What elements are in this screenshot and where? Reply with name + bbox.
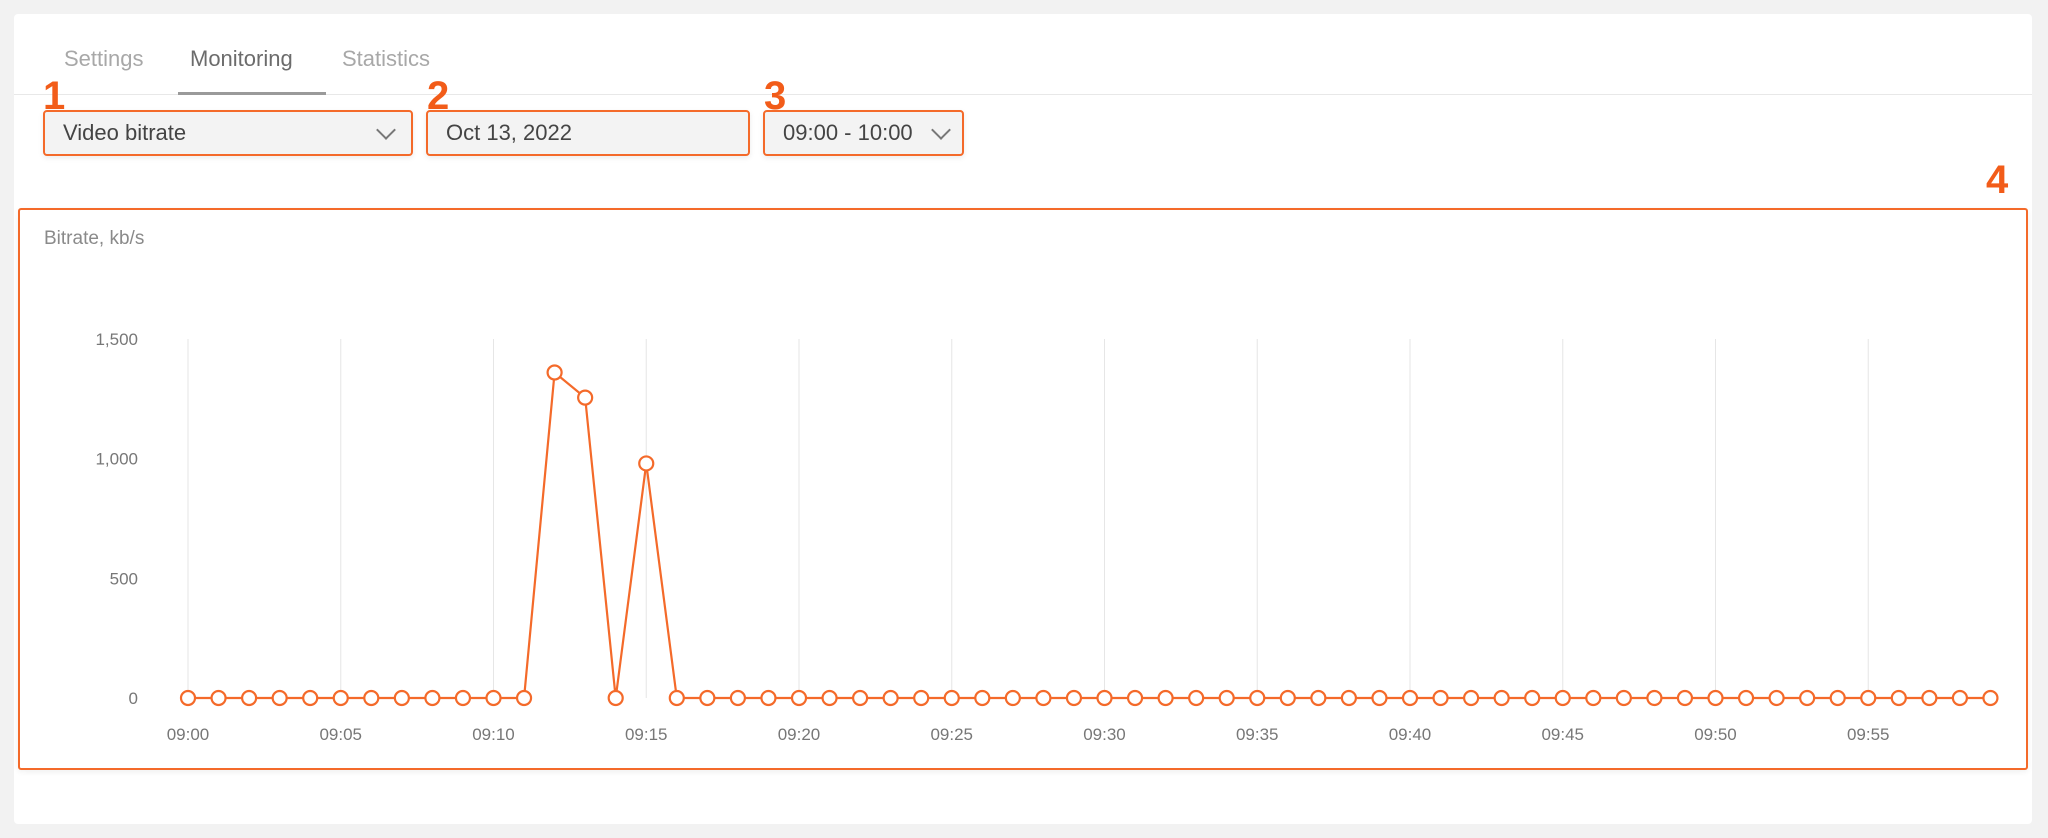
data-point — [607, 689, 624, 707]
chart-svg: 09:00 09:05 09:10 09:15 09:20 09:25 09:30 09:35… — [95, 330, 1999, 744]
data-point — [1524, 689, 1541, 707]
chevron-down-icon — [376, 120, 396, 140]
data-point — [271, 689, 288, 707]
data-point — [1340, 689, 1358, 707]
x-tick-label: 09:40 — [1389, 725, 1432, 744]
data-point — [1004, 689, 1021, 707]
data-point — [1799, 689, 1816, 707]
metric-select[interactable]: Video bitrate — [43, 110, 413, 156]
data-point — [1921, 689, 1938, 707]
data-point — [1554, 689, 1571, 707]
data-point — [851, 689, 869, 707]
series-line — [188, 371, 1991, 700]
data-point — [1982, 689, 1999, 707]
date-field-value: Oct 13, 2022 — [446, 120, 572, 145]
data-point — [821, 689, 838, 707]
data-point — [1707, 689, 1724, 707]
time-range-select[interactable]: 09:00 - 10:00 — [763, 110, 964, 156]
data-point — [1676, 689, 1694, 707]
data-point — [1890, 689, 1907, 707]
data-point — [699, 689, 716, 707]
x-tick-label: 09:55 — [1847, 725, 1890, 744]
y-tick-label: 0 — [129, 689, 138, 708]
active-tab-indicator — [178, 92, 326, 95]
tab-monitoring[interactable]: Monitoring — [190, 46, 293, 72]
y-tick-label: 500 — [110, 569, 138, 588]
data-point — [760, 689, 777, 707]
y-tick-label: 1,000 — [95, 450, 138, 469]
data-point — [485, 689, 502, 707]
data-point — [1951, 689, 1969, 707]
data-point — [454, 689, 472, 707]
data-point — [363, 689, 380, 707]
data-point — [302, 689, 319, 707]
x-tick-label: 09:15 — [625, 725, 668, 744]
data-point — [1615, 689, 1632, 707]
data-point — [1096, 689, 1113, 707]
time-range-value: 09:00 - 10:00 — [783, 120, 913, 145]
data-point — [638, 455, 655, 472]
date-field[interactable]: Oct 13, 2022 — [426, 110, 750, 156]
x-tick-label: 09:20 — [778, 725, 821, 744]
data-point — [179, 689, 197, 707]
data-point — [1371, 689, 1388, 707]
data-point — [1493, 689, 1510, 707]
data-point — [1737, 689, 1755, 707]
data-point — [1218, 689, 1235, 707]
data-point — [668, 689, 685, 707]
data-point — [913, 689, 930, 707]
tab-settings[interactable]: Settings — [64, 46, 144, 72]
data-point — [546, 364, 563, 381]
data-point — [1432, 689, 1449, 707]
data-point — [1188, 689, 1205, 707]
data-point — [1279, 689, 1296, 707]
data-point — [974, 689, 991, 707]
marker-4: 4 — [1986, 158, 2009, 202]
data-point — [1646, 689, 1663, 707]
data-point — [1860, 689, 1877, 707]
bitrate-chart: Bitrate, kb/s 09:00 09:05 09:10 09:15 09:20 0… — [18, 208, 2028, 770]
x-tick-label: 09:25 — [930, 725, 973, 744]
data-point — [393, 689, 410, 707]
data-point — [729, 689, 747, 707]
data-point — [1157, 689, 1174, 707]
chevron-down-icon — [931, 120, 951, 140]
data-point — [1249, 689, 1266, 707]
x-tick-label: 09:10 — [472, 725, 515, 744]
data-point — [1462, 689, 1480, 707]
x-tick-label: 09:30 — [1083, 725, 1126, 744]
metric-select-value: Video bitrate — [63, 120, 187, 145]
data-point — [1829, 689, 1846, 707]
data-point — [1768, 689, 1785, 707]
data-point — [1585, 689, 1602, 707]
tab-statistics[interactable]: Statistics — [342, 46, 430, 72]
x-tick-label: 09:45 — [1541, 725, 1584, 744]
x-tick-label: 09:00 — [167, 725, 210, 744]
data-point — [1035, 689, 1052, 707]
data-point — [1310, 689, 1327, 707]
data-point — [790, 689, 808, 707]
data-point — [577, 389, 594, 406]
data-point — [882, 689, 899, 707]
y-tick-label: 1,500 — [95, 330, 138, 349]
x-tick-label: 09:35 — [1236, 725, 1279, 744]
data-point — [241, 689, 258, 707]
data-point — [943, 689, 960, 707]
data-point — [1065, 689, 1083, 707]
data-point — [1401, 689, 1419, 707]
data-point — [332, 689, 349, 707]
tab-bar: Settings Monitoring Statistics — [14, 14, 2032, 95]
data-point — [424, 689, 441, 707]
data-point — [515, 689, 533, 707]
data-point — [1126, 689, 1144, 707]
data-point — [210, 689, 227, 707]
x-tick-label: 09:50 — [1694, 725, 1737, 744]
x-tick-label: 09:05 — [319, 725, 362, 744]
